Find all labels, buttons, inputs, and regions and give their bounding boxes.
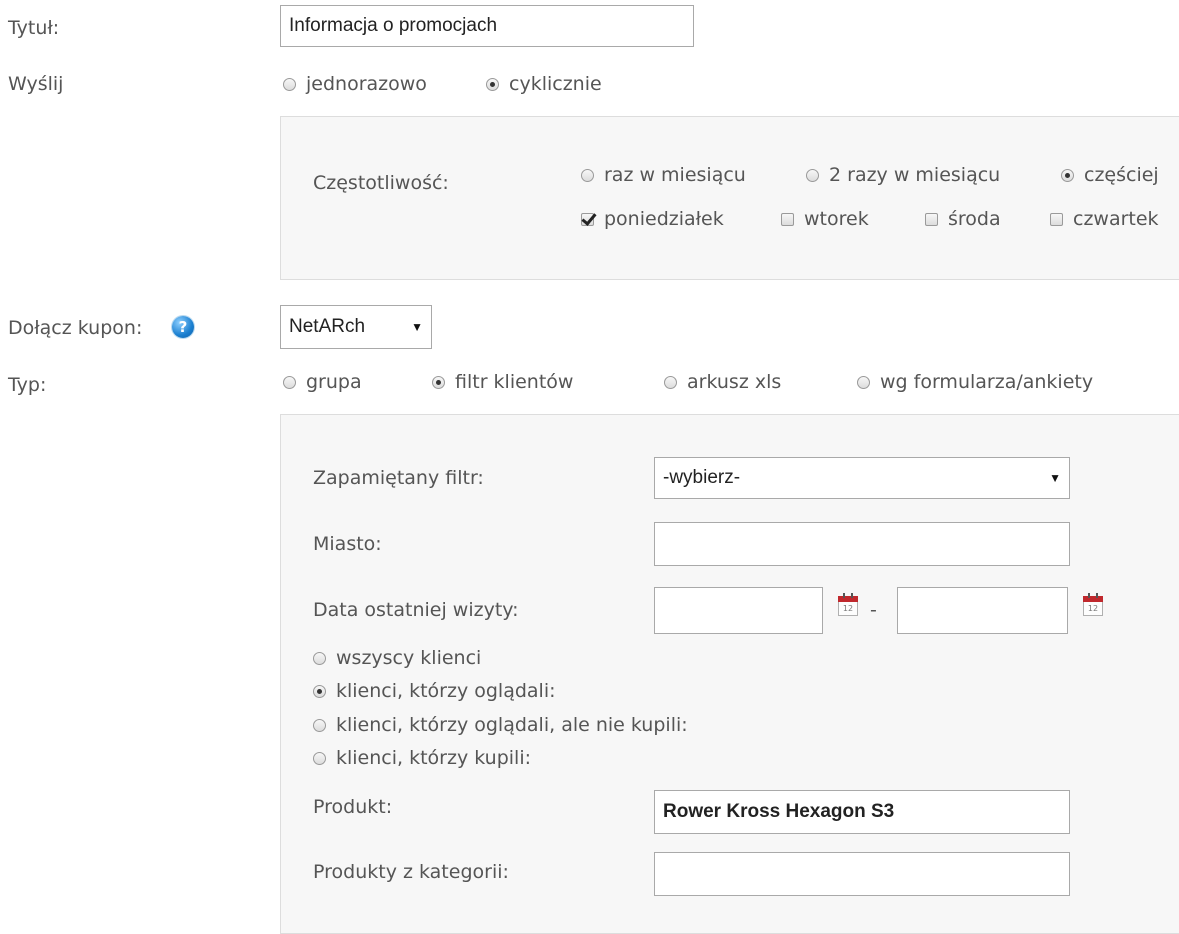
frequency-option-twice[interactable]: 2 razy w miesiącu xyxy=(806,163,1000,187)
day-label: czwartek xyxy=(1073,208,1159,230)
chevron-down-icon: ▼ xyxy=(411,320,423,334)
frequency-option-more-often[interactable]: częściej xyxy=(1061,163,1159,187)
calendar-icon[interactable]: 12 xyxy=(838,593,858,616)
category-products-label: Produkty z kategorii: xyxy=(313,861,509,883)
last-visit-from-input[interactable] xyxy=(654,587,823,634)
checkbox[interactable] xyxy=(1050,212,1063,226)
radio-button[interactable] xyxy=(806,168,819,182)
help-icon[interactable]: ? xyxy=(172,316,194,338)
city-input[interactable] xyxy=(654,522,1070,566)
clients-option-viewed[interactable]: klienci, którzy oglądali: xyxy=(313,679,556,703)
radio-button[interactable] xyxy=(664,375,677,389)
type-option-form-survey[interactable]: wg formularza/ankiety xyxy=(857,370,1093,394)
frequency-label: Częstotliwość: xyxy=(313,172,449,194)
day-thursday[interactable]: czwartek xyxy=(1050,207,1159,231)
frequency-option-label: raz w miesiącu xyxy=(604,164,746,186)
day-label: poniedziałek xyxy=(604,208,724,230)
clients-option-label: klienci, którzy kupili: xyxy=(336,747,532,769)
title-label: Tytuł: xyxy=(8,17,60,39)
radio-button[interactable] xyxy=(283,375,296,389)
radio-button[interactable] xyxy=(857,375,870,389)
day-label: środa xyxy=(948,208,1001,230)
product-label: Produkt: xyxy=(313,796,393,818)
day-monday[interactable]: poniedziałek xyxy=(581,207,724,231)
coupon-label: Dołącz kupon: xyxy=(8,317,143,339)
checkbox[interactable] xyxy=(781,212,794,226)
radio-button[interactable] xyxy=(283,77,296,91)
saved-filter-label: Zapamiętany filtr: xyxy=(313,467,484,489)
type-option-label: filtr klientów xyxy=(455,371,574,393)
radio-button[interactable] xyxy=(313,684,326,698)
city-label: Miasto: xyxy=(313,533,382,555)
day-wednesday[interactable]: środa xyxy=(925,207,1001,231)
type-label: Typ: xyxy=(8,374,47,396)
checkbox[interactable] xyxy=(925,212,938,226)
type-option-label: arkusz xls xyxy=(687,371,782,393)
clients-option-label: klienci, którzy oglądali, ale nie kupili… xyxy=(336,714,688,736)
send-option-cyclic[interactable]: cyklicznie xyxy=(486,72,602,96)
category-products-input[interactable] xyxy=(654,852,1070,896)
last-visit-to-input[interactable] xyxy=(897,587,1068,634)
send-option-label: jednorazowo xyxy=(306,73,427,95)
clients-option-viewed-not-bought[interactable]: klienci, którzy oglądali, ale nie kupili… xyxy=(313,713,688,737)
radio-button[interactable] xyxy=(581,168,594,182)
frequency-option-monthly[interactable]: raz w miesiącu xyxy=(581,163,746,187)
clients-option-label: wszyscy klienci xyxy=(336,647,482,669)
radio-button[interactable] xyxy=(486,77,499,91)
calendar-day-number: 12 xyxy=(842,604,854,613)
type-option-group[interactable]: grupa xyxy=(283,370,362,394)
clients-option-label: klienci, którzy oglądali: xyxy=(336,680,556,702)
frequency-panel xyxy=(280,116,1179,280)
clients-option-all[interactable]: wszyscy klienci xyxy=(313,646,481,670)
send-option-label: cyklicznie xyxy=(509,73,602,95)
type-option-label: grupa xyxy=(306,371,362,393)
day-label: wtorek xyxy=(804,208,869,230)
title-input[interactable] xyxy=(280,5,694,47)
radio-button[interactable] xyxy=(313,751,326,765)
radio-button[interactable] xyxy=(313,718,326,732)
calendar-day-number: 12 xyxy=(1087,604,1099,613)
last-visit-label: Data ostatniej wizyty: xyxy=(313,599,519,621)
type-option-client-filter[interactable]: filtr klientów xyxy=(432,370,573,394)
calendar-header xyxy=(1083,593,1103,602)
clients-option-bought[interactable]: klienci, którzy kupili: xyxy=(313,746,531,770)
product-input[interactable] xyxy=(654,790,1070,834)
chevron-down-icon: ▼ xyxy=(1049,471,1061,485)
frequency-option-label: częściej xyxy=(1084,164,1159,186)
send-option-once[interactable]: jednorazowo xyxy=(283,72,427,96)
type-option-label: wg formularza/ankiety xyxy=(880,371,1094,393)
calendar-icon[interactable]: 12 xyxy=(1083,593,1103,616)
send-label: Wyślij xyxy=(8,73,64,95)
date-range-separator: - xyxy=(870,599,877,621)
radio-button[interactable] xyxy=(1061,168,1074,182)
saved-filter-select[interactable]: -wybierz- ▼ xyxy=(654,457,1070,499)
frequency-option-label: 2 razy w miesiącu xyxy=(829,164,1001,186)
coupon-select[interactable]: NetARch ▼ xyxy=(280,305,432,349)
calendar-header xyxy=(838,593,858,602)
type-option-xls[interactable]: arkusz xls xyxy=(664,370,781,394)
radio-button[interactable] xyxy=(313,651,326,665)
coupon-select-value: NetARch xyxy=(289,316,366,337)
checkbox[interactable] xyxy=(581,212,594,226)
radio-button[interactable] xyxy=(432,375,445,389)
saved-filter-select-value: -wybierz- xyxy=(663,467,741,488)
day-tuesday[interactable]: wtorek xyxy=(781,207,869,231)
